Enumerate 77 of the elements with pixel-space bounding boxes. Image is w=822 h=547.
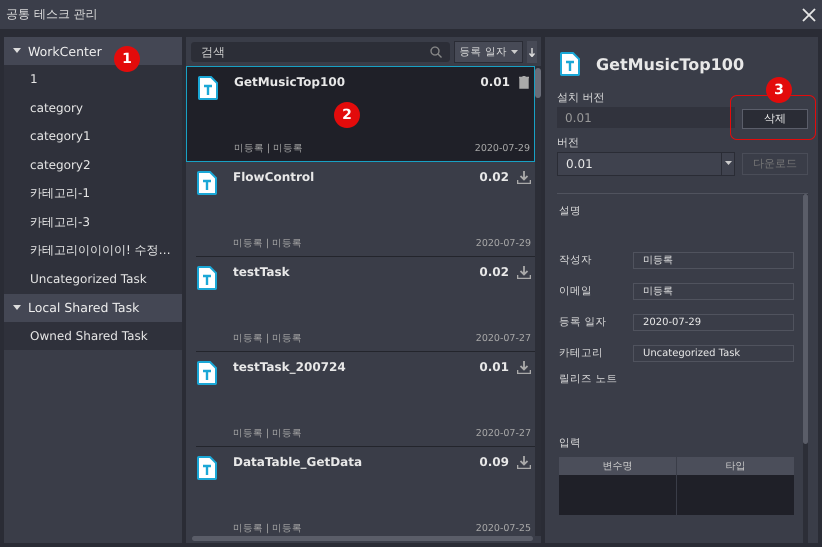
document-icon — [197, 171, 217, 195]
task-status: 미등록 | 미등록 — [233, 237, 302, 250]
task-name: testTask_200724 — [233, 360, 347, 374]
task-card[interactable]: GetMusicTop100 0.01 2 미등록 | 미등록 2020-07-29 — [186, 66, 535, 162]
delete-button[interactable]: 삭제 — [742, 108, 808, 128]
search-field[interactable]: 검색 — [191, 42, 450, 62]
callout-badge: 3 — [766, 77, 792, 103]
download-icon[interactable] — [517, 170, 531, 184]
task-status: 미등록 | 미등록 — [233, 332, 302, 345]
task-card[interactable]: FlowControl 0.02 미등록 | 미등록 2020-07-29 — [196, 162, 535, 257]
task-version: 0.02 — [479, 265, 509, 279]
tree-item[interactable]: 카테고리이이이이! 수정… — [4, 236, 182, 266]
task-version: 0.09 — [479, 455, 509, 469]
caret-icon — [13, 48, 21, 54]
caret-icon — [724, 161, 732, 166]
tree-group-header[interactable]: Local Shared Task — [4, 294, 182, 322]
close-icon[interactable] — [802, 8, 816, 22]
download-icon[interactable] — [517, 266, 531, 278]
task-name: DataTable_GetData — [233, 455, 364, 469]
field-value: 미등록 — [633, 282, 794, 300]
sort-dropdown[interactable]: 등록 일자 — [454, 41, 523, 63]
horizontal-scrollbar[interactable] — [192, 536, 533, 541]
field-value: Uncategorized Task — [633, 344, 794, 362]
field-label: 버전 — [557, 134, 580, 150]
tree-item[interactable]: 1 — [4, 65, 182, 94]
download-icon[interactable] — [517, 360, 531, 374]
tree-item[interactable]: 카테고리-1 — [4, 179, 182, 208]
section-label: 입력 — [559, 436, 582, 450]
task-date: 2020-07-29 — [474, 143, 530, 154]
section-label: 설명 — [559, 204, 582, 218]
trash-icon[interactable] — [518, 76, 530, 88]
tree-item[interactable]: category — [4, 94, 182, 122]
field-value: 미등록 — [633, 252, 794, 268]
field-label: 등록 일자 — [559, 315, 608, 329]
scrollbar[interactable] — [535, 66, 541, 536]
task-date: 2020-07-25 — [476, 523, 531, 534]
task-date: 2020-07-27 — [476, 333, 531, 344]
document-icon — [560, 52, 580, 76]
scrollbar[interactable] — [803, 194, 808, 543]
caret-icon — [13, 304, 21, 311]
tree-item[interactable]: Uncategorized Task — [4, 265, 182, 294]
task-status: 미등록 | 미등록 — [234, 142, 304, 155]
version-dropdown[interactable]: 0.01 — [557, 152, 735, 176]
task-card[interactable]: testTask 0.02 미등록 | 미등록 2020-07-27 — [196, 257, 535, 352]
section-label: 릴리즈 노트 — [559, 372, 618, 386]
installed-version-field: 0.01 — [557, 107, 735, 128]
tree-item[interactable]: category1 — [4, 122, 182, 151]
download-icon[interactable] — [517, 456, 531, 468]
field-label: 설치 버전 — [557, 90, 606, 105]
tree-item[interactable]: category2 — [4, 150, 182, 180]
task-card[interactable]: testTask_200724 0.01 미등록 | 미등록 2020-07-27 — [196, 352, 535, 447]
task-name: testTask — [233, 265, 291, 279]
task-date: 2020-07-29 — [476, 238, 531, 249]
document-icon — [197, 361, 217, 385]
task-title: GetMusicTop100 — [596, 54, 744, 74]
tree-item[interactable]: 카테고리-3 — [4, 208, 182, 237]
tree-item[interactable]: Owned Shared Task — [4, 322, 182, 350]
field-label: 카테고리 — [559, 346, 604, 360]
search-icon — [430, 46, 442, 58]
task-date: 2020-07-27 — [476, 428, 531, 439]
task-version: 0.02 — [479, 170, 509, 184]
task-version: 0.01 — [480, 75, 510, 89]
caret-icon — [511, 50, 518, 54]
task-status: 미등록 | 미등록 — [233, 522, 302, 535]
field-value: 2020-07-29 — [633, 314, 794, 330]
sort-direction-icon[interactable] — [527, 41, 537, 63]
task-name: GetMusicTop100 — [234, 75, 346, 89]
task-name: FlowControl — [233, 170, 316, 184]
task-version: 0.01 — [479, 360, 509, 374]
document-icon — [197, 266, 217, 290]
document-icon — [197, 456, 217, 480]
field-label: 작성자 — [559, 253, 593, 267]
window-title: 공통 테스크 관리 — [6, 6, 98, 23]
field-label: 이메일 — [559, 284, 593, 298]
document-icon — [198, 76, 218, 100]
callout-badge: 2 — [334, 102, 360, 128]
task-status: 미등록 | 미등록 — [233, 427, 302, 440]
